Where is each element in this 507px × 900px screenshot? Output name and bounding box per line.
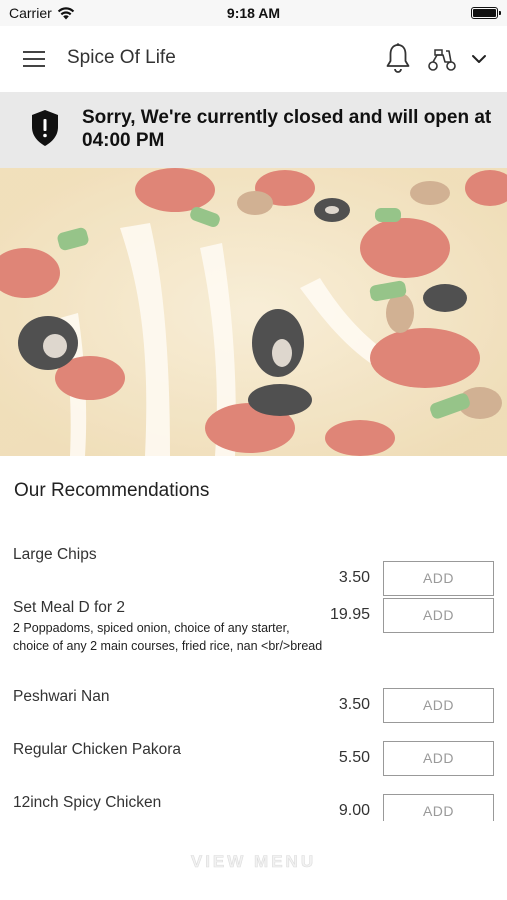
item-name: Set Meal D for 2 <box>13 599 125 616</box>
item-price: 3.50 <box>338 569 370 586</box>
item-name: Large Chips <box>13 546 97 563</box>
item-price: 19.95 <box>329 606 370 623</box>
chevron-down-icon[interactable] <box>470 50 488 68</box>
app-title: Spice Of Life <box>67 47 176 68</box>
item-description: 2 Poppadoms, spiced onion, choice of any… <box>13 621 323 653</box>
add-button[interactable]: ADD <box>383 741 494 776</box>
clock: 9:18 AM <box>226 5 281 21</box>
item-price: 5.50 <box>338 749 370 766</box>
scooter-icon[interactable] <box>426 46 458 72</box>
battery-icon <box>471 7 501 19</box>
add-button[interactable]: ADD <box>383 688 494 723</box>
item-price: 9.00 <box>338 802 370 819</box>
item-name: 12inch Spicy Chicken <box>13 794 162 811</box>
item-price: 3.50 <box>338 696 370 713</box>
status-bar: Carrier 9:18 AM <box>0 0 507 26</box>
add-button[interactable]: ADD <box>383 561 494 596</box>
hero-pizza-image <box>0 168 507 456</box>
recommendations-list: Large Chips 3.50 ADD Set Meal D for 2 2 … <box>0 530 507 821</box>
view-menu-button[interactable]: VIEW MENU <box>0 852 507 872</box>
item-name: Regular Chicken Pakora <box>13 741 182 758</box>
recommendations-heading: Our Recommendations <box>14 480 210 501</box>
closed-message: Sorry, We're currently closed and will o… <box>82 107 492 151</box>
item-name: Peshwari Nan <box>13 688 110 705</box>
add-button[interactable]: ADD <box>383 598 494 633</box>
add-button[interactable]: ADD <box>383 794 494 821</box>
hamburger-menu-icon[interactable] <box>21 47 47 71</box>
shield-alert-icon <box>32 110 58 146</box>
bell-icon[interactable] <box>384 42 412 74</box>
closed-banner: Sorry, We're currently closed and will o… <box>0 92 507 168</box>
app-header: Spice Of Life <box>0 26 507 92</box>
